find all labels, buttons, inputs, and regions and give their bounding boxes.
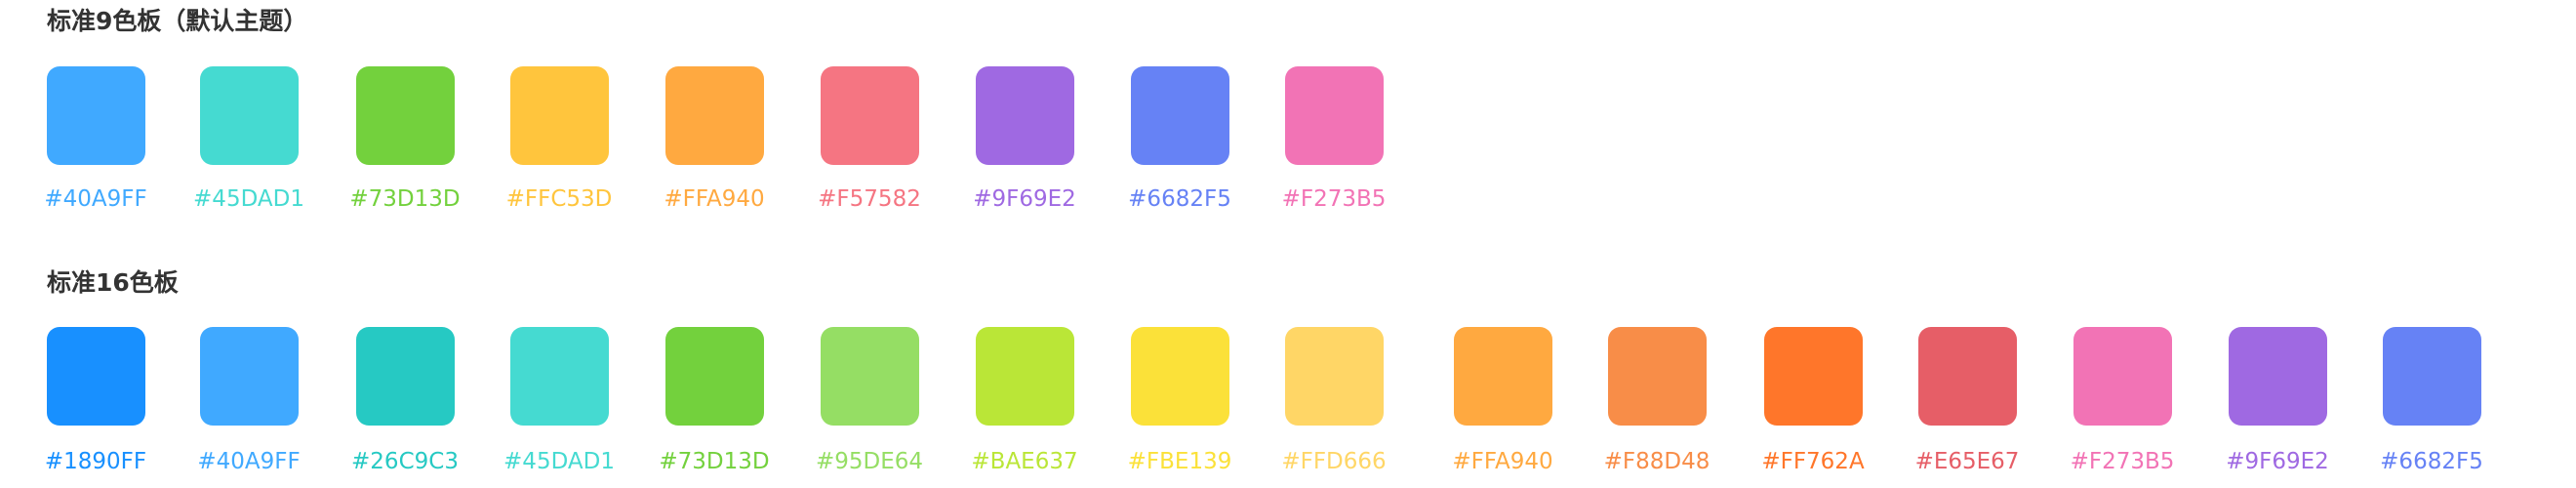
swatch-hex-code: #FF762A (1761, 449, 1865, 474)
color-swatch: #FF762A (1761, 327, 1865, 473)
color-swatch: #FBE139 (1128, 327, 1231, 473)
color-swatch: #FFA940 (1452, 327, 1553, 473)
swatch-hex-code: #BAE637 (971, 449, 1078, 474)
swatch-box (665, 327, 764, 426)
swatch-hex-code: #FFA940 (1452, 449, 1553, 474)
swatch-hex-code: #45DAD1 (503, 449, 615, 474)
palette16-title: 标准16色板 (47, 268, 179, 297)
color-swatch: #F57582 (818, 66, 921, 211)
palette9-title: 标准9色板（默认主题） (47, 7, 308, 35)
color-swatch: #26C9C3 (351, 327, 459, 473)
color-swatch: #95DE64 (816, 327, 923, 473)
swatch-box (356, 327, 455, 426)
swatch-hex-code: #FFA940 (664, 186, 765, 212)
swatch-hex-code: #73D13D (659, 449, 770, 474)
color-swatch: #6682F5 (1128, 66, 1231, 211)
swatch-box (510, 327, 609, 426)
color-swatch: #E65E67 (1915, 327, 2019, 473)
swatch-hex-code: #95DE64 (815, 449, 924, 474)
swatch-box (510, 66, 609, 165)
swatch-box (1454, 327, 1552, 426)
color-swatch: #40A9FF (44, 66, 147, 211)
swatch-box (47, 66, 145, 165)
swatch-hex-code: #6682F5 (2380, 449, 2483, 474)
swatch-hex-code: #FFD666 (1281, 449, 1387, 474)
swatch-hex-code: #FFC53D (505, 186, 613, 212)
swatch-box (200, 327, 299, 426)
color-swatch: #9F69E2 (2226, 327, 2329, 473)
color-swatch: #40A9FF (197, 327, 301, 473)
color-swatch: #FFA940 (664, 66, 765, 211)
swatch-box (1918, 327, 2017, 426)
swatch-box (47, 327, 145, 426)
color-swatch: #FFD666 (1281, 327, 1387, 473)
swatch-box (976, 327, 1074, 426)
swatch-hex-code: #FBE139 (1127, 449, 1232, 474)
color-swatch: #73D13D (659, 327, 770, 473)
color-swatch: #F273B5 (2071, 327, 2174, 473)
color-swatch: #BAE637 (971, 327, 1078, 473)
swatch-hex-code: #F273B5 (2070, 449, 2175, 474)
swatch-box (2229, 327, 2327, 426)
swatch-box (1285, 327, 1384, 426)
swatch-hex-code: #1890FF (44, 449, 147, 474)
swatch-hex-code: #45DAD1 (193, 186, 304, 212)
swatch-box (1764, 327, 1863, 426)
color-swatch: #FFC53D (506, 66, 612, 211)
swatch-hex-code: #E65E67 (1914, 449, 2020, 474)
swatch-hex-code: #9F69E2 (973, 186, 1076, 212)
swatch-box (821, 66, 919, 165)
swatch-box (2073, 327, 2172, 426)
swatch-box (200, 66, 299, 165)
color-swatch: #1890FF (45, 327, 146, 473)
color-swatch: #6682F5 (2380, 327, 2483, 473)
swatch-hex-code: #73D13D (349, 186, 461, 212)
swatch-hex-code: #F88D48 (1603, 449, 1711, 474)
swatch-box (356, 66, 455, 165)
color-swatch: #F88D48 (1604, 327, 1710, 473)
swatch-hex-code: #6682F5 (1128, 186, 1231, 212)
color-swatch: #73D13D (349, 66, 461, 211)
color-swatch: #9F69E2 (973, 66, 1076, 211)
swatch-hex-code: #F273B5 (1281, 186, 1387, 212)
swatch-hex-code: #40A9FF (197, 449, 301, 474)
swatch-box (1608, 327, 1707, 426)
swatch-box (1285, 66, 1384, 165)
swatch-box (1131, 327, 1229, 426)
swatch-box (665, 66, 764, 165)
color-swatch: #45DAD1 (193, 66, 304, 211)
color-swatch: #F273B5 (1282, 66, 1386, 211)
swatch-hex-code: #F57582 (818, 186, 921, 212)
swatch-hex-code: #9F69E2 (2226, 449, 2329, 474)
swatch-box (976, 66, 1074, 165)
swatch-hex-code: #40A9FF (44, 186, 147, 212)
swatch-box (821, 327, 919, 426)
swatch-hex-code: #26C9C3 (351, 449, 459, 474)
swatch-box (2383, 327, 2481, 426)
color-swatch: #45DAD1 (503, 327, 615, 473)
swatch-box (1131, 66, 1229, 165)
